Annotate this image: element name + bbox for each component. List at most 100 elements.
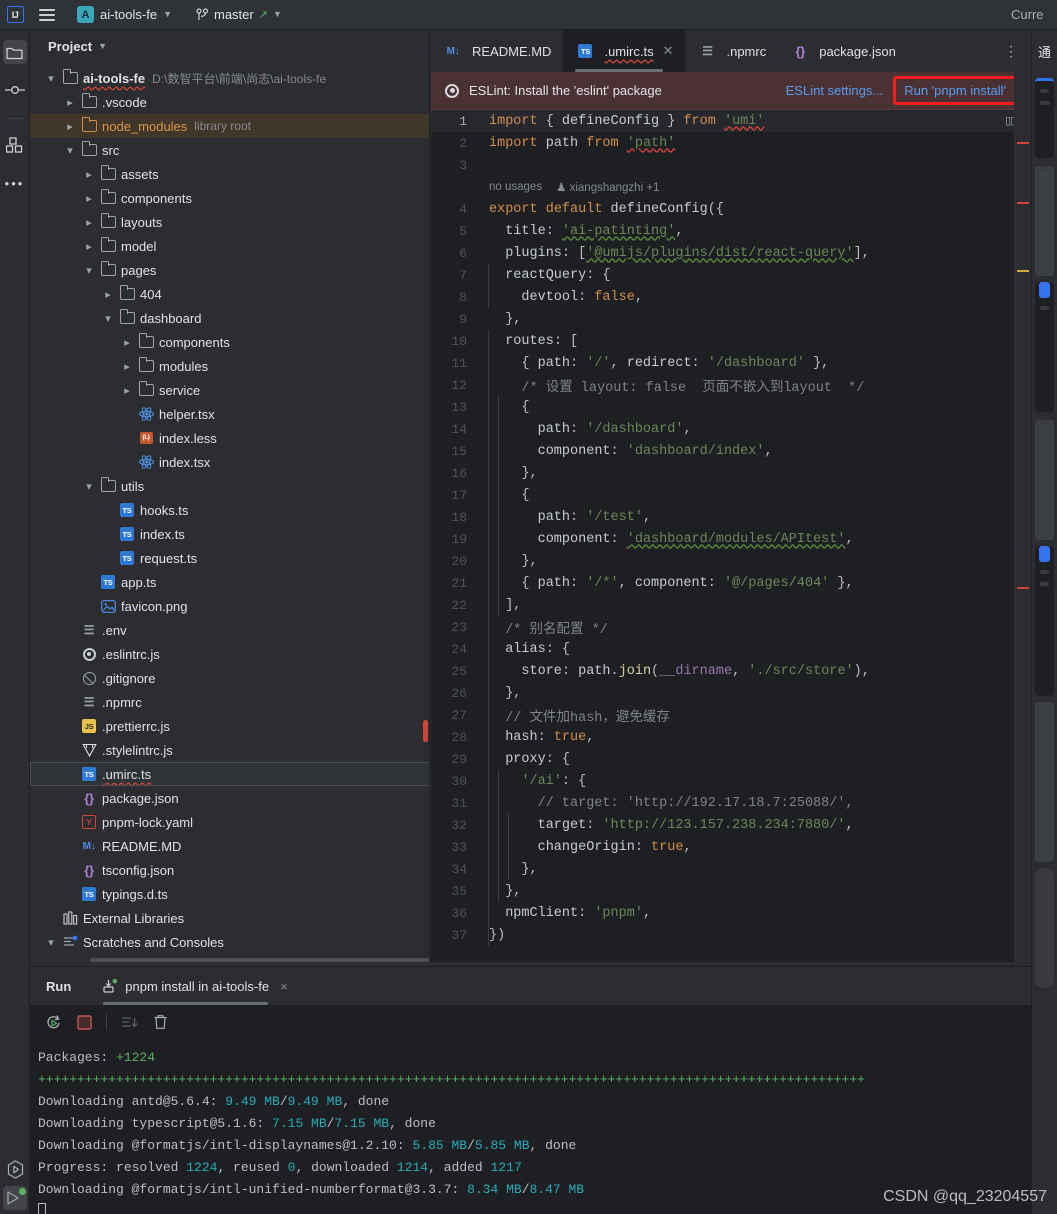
tree-item-pages[interactable]: ▾ pages bbox=[30, 258, 430, 282]
chevron-right-icon[interactable]: ▸ bbox=[99, 282, 117, 306]
code-line[interactable]: 10 routes: [ bbox=[431, 330, 1031, 352]
code-line[interactable]: 29 proxy: { bbox=[431, 748, 1031, 770]
code-line[interactable]: 22 ], bbox=[431, 594, 1031, 616]
code-line[interactable]: 17 { bbox=[431, 484, 1031, 506]
tree-item-tsconfig-json[interactable]: {} tsconfig.json bbox=[30, 858, 430, 882]
stop-button[interactable] bbox=[71, 1009, 97, 1035]
sidebar-item-project[interactable] bbox=[2, 40, 27, 64]
tree-item-service[interactable]: ▸ service bbox=[30, 378, 430, 402]
tree-item-src[interactable]: ▾ src bbox=[30, 138, 430, 162]
code-line[interactable]: 5 title: 'ai-patinting', bbox=[431, 220, 1031, 242]
code-line[interactable]: 20 }, bbox=[431, 550, 1031, 572]
sidebar-item-structure[interactable] bbox=[3, 133, 27, 157]
chevron-right-icon[interactable]: ▸ bbox=[118, 330, 136, 354]
chevron-right-icon[interactable]: ▸ bbox=[80, 210, 98, 234]
code-line[interactable]: 8 devtool: false, bbox=[431, 286, 1031, 308]
scroll-to-end-button[interactable] bbox=[116, 1009, 142, 1035]
tree-item-hooks-ts[interactable]: TS hooks.ts bbox=[30, 498, 430, 522]
notification-card[interactable] bbox=[1035, 868, 1054, 988]
tree-item-vscode[interactable]: ▸ .vscode bbox=[30, 90, 430, 114]
code-editor[interactable]: 1 import { defineConfig } from 'umi' 2 impo… bbox=[431, 110, 1031, 966]
tree-item-app-ts[interactable]: TS app.ts bbox=[30, 570, 430, 594]
notification-card[interactable] bbox=[1035, 282, 1054, 412]
code-line[interactable]: 28 hash: true, bbox=[431, 726, 1031, 748]
run-tab-pnpm-install[interactable]: pnpm install in ai-tools-fe × bbox=[93, 967, 297, 1005]
tree-item-package-json[interactable]: {} package.json bbox=[30, 786, 430, 810]
rerun-button[interactable] bbox=[40, 1009, 66, 1035]
notification-card[interactable] bbox=[1035, 702, 1054, 862]
code-line[interactable]: 9 }, bbox=[431, 308, 1031, 330]
tree-item-favicon-png[interactable]: favicon.png bbox=[30, 594, 430, 618]
tree-item-node-modules[interactable]: ▸ node_modules library root bbox=[30, 114, 430, 138]
code-line[interactable]: 25 store: path.join(__dirname, './src/st… bbox=[431, 660, 1031, 682]
notification-action-button[interactable] bbox=[1039, 282, 1050, 298]
tree-item-scratches-and-consoles[interactable]: ▾ Scratches and Consoles bbox=[30, 930, 430, 954]
code-line[interactable]: 4 export default defineConfig({ bbox=[431, 198, 1031, 220]
code-line[interactable]: 30 '/ai': { bbox=[431, 770, 1031, 792]
code-line[interactable]: 7 reactQuery: { bbox=[431, 264, 1031, 286]
run-console-output[interactable]: Packages: +1224 +++++++++++++++++++++++++… bbox=[30, 1039, 1031, 1214]
notification-card[interactable] bbox=[1035, 546, 1054, 696]
chevron-right-icon[interactable]: ▸ bbox=[118, 378, 136, 402]
code-line[interactable]: 11 { path: '/', redirect: '/dashboard' }… bbox=[431, 352, 1031, 374]
code-line[interactable]: 37}) bbox=[431, 924, 1031, 946]
notification-action-button[interactable] bbox=[1039, 546, 1050, 562]
code-line[interactable]: 33 changeOrigin: true, bbox=[431, 836, 1031, 858]
intellij-logo[interactable]: IJ bbox=[0, 0, 30, 30]
editor-tab-npmrc[interactable]: ☰ .npmrc bbox=[685, 30, 778, 72]
tree-item-env[interactable]: ☰ .env bbox=[30, 618, 430, 642]
code-inlay-hint[interactable]: no usages ♟ xiangshangzhi +1 bbox=[431, 176, 1031, 198]
error-marker[interactable] bbox=[1017, 142, 1029, 144]
run-pnpm-install-link[interactable]: Run 'pnpm install' bbox=[893, 76, 1017, 105]
code-line[interactable]: 6 plugins: ['@umijs/plugins/dist/react-q… bbox=[431, 242, 1031, 264]
clear-all-button[interactable] bbox=[147, 1009, 173, 1035]
branch-selector[interactable]: master ↗ ▼ bbox=[189, 3, 289, 27]
plugins-button[interactable] bbox=[3, 1157, 27, 1181]
tree-item-external-libraries[interactable]: External Libraries bbox=[30, 906, 430, 930]
tree-item-components[interactable]: ▸ components bbox=[30, 186, 430, 210]
project-tree[interactable]: ▾ ai-tools-fe D:\数智平台\前端\尚志\ai-tools-fe ▸ .v… bbox=[30, 66, 430, 966]
code-line[interactable]: 2 import path from 'path' bbox=[431, 132, 1031, 154]
code-line[interactable]: 13 { bbox=[431, 396, 1031, 418]
error-marker[interactable] bbox=[1017, 587, 1029, 589]
code-line[interactable]: 24 alias: { bbox=[431, 638, 1031, 660]
chevron-right-icon[interactable]: ▸ bbox=[61, 114, 79, 138]
code-line[interactable]: 1 import { defineConfig } from 'umi' bbox=[431, 110, 1031, 132]
notification-card[interactable] bbox=[1035, 78, 1054, 158]
code-line[interactable]: 27 // 文件加hash，避免缓存 bbox=[431, 704, 1031, 726]
code-line[interactable]: 35 }, bbox=[431, 880, 1031, 902]
tree-item-readme-md[interactable]: M↓ README.MD bbox=[30, 834, 430, 858]
notification-card[interactable] bbox=[1035, 420, 1054, 540]
code-line[interactable]: 16 }, bbox=[431, 462, 1031, 484]
project-panel-header[interactable]: Project ▼ bbox=[30, 30, 430, 62]
tree-item-layouts[interactable]: ▸ layouts bbox=[30, 210, 430, 234]
tree-item-index-less[interactable]: {L} index.less bbox=[30, 426, 430, 450]
code-line[interactable]: 36 npmClient: 'pnpm', bbox=[431, 902, 1031, 924]
tree-item-pnpm-lock-yaml[interactable]: Ypnpm-lock.yaml bbox=[30, 810, 430, 834]
tree-item-typings-d-ts[interactable]: TS typings.d.ts bbox=[30, 882, 430, 906]
code-line[interactable]: 3 bbox=[431, 154, 1031, 176]
run-tool-button[interactable] bbox=[3, 1186, 27, 1210]
editor-tab-options-icon[interactable]: ⋮ bbox=[992, 30, 1031, 72]
code-line[interactable]: 19 component: 'dashboard/modules/APItest… bbox=[431, 528, 1031, 550]
chevron-down-icon[interactable]: ▾ bbox=[61, 138, 79, 162]
code-line[interactable]: 32 target: 'http://123.157.238.234:7880/… bbox=[431, 814, 1031, 836]
eslint-settings-link[interactable]: ESLint settings... bbox=[786, 83, 884, 98]
chevron-right-icon[interactable]: ▸ bbox=[118, 354, 136, 378]
code-line[interactable]: 26 }, bbox=[431, 682, 1031, 704]
main-menu-icon[interactable] bbox=[30, 0, 64, 30]
tree-item-npmrc[interactable]: ☰ .npmrc bbox=[30, 690, 430, 714]
code-line[interactable]: 14 path: '/dashboard', bbox=[431, 418, 1031, 440]
code-line[interactable]: 18 path: '/test', bbox=[431, 506, 1031, 528]
warning-marker[interactable] bbox=[1017, 270, 1029, 272]
chevron-down-icon[interactable]: ▾ bbox=[80, 258, 98, 282]
chevron-down-icon[interactable]: ▼ bbox=[98, 41, 107, 51]
code-line[interactable]: 31 // target: 'http://192.17.18.7:25088/… bbox=[431, 792, 1031, 814]
chevron-right-icon[interactable]: ▸ bbox=[80, 186, 98, 210]
tree-item-404[interactable]: ▸ 404 bbox=[30, 282, 430, 306]
chevron-right-icon[interactable]: ▸ bbox=[80, 162, 98, 186]
chevron-right-icon[interactable]: ▸ bbox=[61, 90, 79, 114]
tree-item-index-ts[interactable]: TS index.ts bbox=[30, 522, 430, 546]
chevron-down-icon[interactable]: ▾ bbox=[99, 306, 117, 330]
sidebar-item-commit[interactable] bbox=[3, 78, 27, 102]
